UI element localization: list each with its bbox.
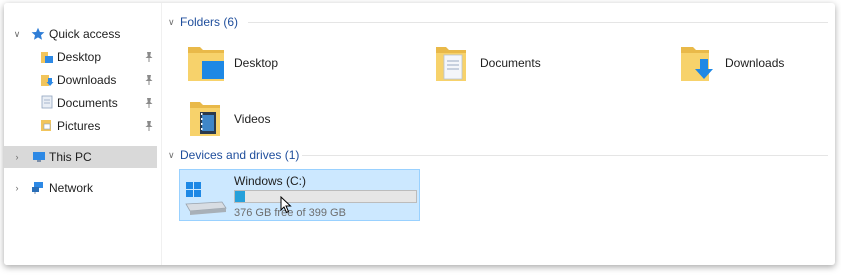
folder-tile-documents[interactable]: Documents — [432, 38, 632, 88]
nav-quick-access[interactable]: ∨ Quick access — [4, 23, 157, 45]
pin-icon[interactable] — [144, 51, 154, 63]
nav-item-this-pc[interactable]: › This PC — [4, 146, 157, 168]
nav-label-desktop: Desktop — [57, 50, 102, 64]
devices-group-header[interactable]: ∨ Devices and drives (1) — [168, 147, 299, 163]
mouse-cursor-icon — [280, 196, 292, 214]
network-icon — [32, 182, 43, 194]
chevron-down-icon[interactable]: ∨ — [12, 29, 22, 39]
drive-name: Windows (C:) — [234, 174, 307, 188]
folder-label-documents: Documents — [480, 56, 541, 70]
folder-tile-desktop[interactable]: Desktop — [186, 38, 386, 88]
file-explorer-window: ∨ Quick access Desktop Downloads Documen… — [4, 3, 835, 265]
nav-label-network: Network — [49, 181, 94, 195]
nav-item-documents[interactable]: Documents — [4, 92, 157, 114]
folders-header-label: Folders (6) — [180, 15, 239, 29]
nav-item-network[interactable]: › Network — [4, 177, 157, 199]
downloads-folder-icon — [681, 47, 713, 81]
desktop-folder-icon — [41, 52, 53, 63]
pictures-folder-icon — [41, 120, 51, 131]
nav-label-quick-access: Quick access — [49, 27, 121, 41]
nav-item-pictures[interactable]: Pictures — [4, 115, 157, 137]
folder-label-videos: Videos — [234, 112, 271, 126]
folder-label-downloads: Downloads — [725, 56, 785, 70]
chevron-right-icon[interactable]: › — [12, 152, 22, 162]
nav-label-this-pc: This PC — [49, 150, 92, 164]
drive-tile-windows-c[interactable]: Windows (C:) 376 GB free of 399 GB — [179, 169, 420, 221]
documents-folder-icon — [436, 47, 466, 81]
downloads-folder-icon — [41, 75, 54, 86]
star-icon — [31, 27, 45, 40]
content-pane: ∨ Folders (6) Desktop Documents Download… — [164, 3, 835, 265]
windows-drive-icon — [185, 182, 227, 215]
chevron-down-icon[interactable]: ∨ — [168, 17, 180, 28]
devices-header-label: Devices and drives (1) — [180, 148, 300, 162]
pin-icon[interactable] — [144, 97, 154, 109]
documents-folder-icon — [41, 95, 53, 109]
folder-tile-downloads[interactable]: Downloads — [679, 38, 829, 88]
folder-tile-videos[interactable]: Videos — [186, 93, 386, 143]
nav-label-pictures: Pictures — [57, 119, 101, 133]
pin-icon[interactable] — [144, 120, 154, 132]
group-divider — [302, 155, 828, 156]
group-divider — [248, 22, 828, 23]
navigation-pane: ∨ Quick access Desktop Downloads Documen… — [4, 3, 160, 265]
videos-folder-icon — [190, 102, 220, 136]
folders-group-header[interactable]: ∨ Folders (6) — [168, 14, 238, 30]
pane-divider — [161, 3, 162, 265]
computer-icon — [33, 152, 45, 162]
desktop-folder-icon — [188, 47, 224, 81]
drive-usage-fill — [235, 191, 246, 202]
nav-label-downloads: Downloads — [57, 73, 117, 87]
chevron-right-icon[interactable]: › — [12, 183, 22, 193]
pin-icon[interactable] — [144, 74, 154, 86]
drive-usage-bar — [234, 190, 417, 203]
nav-item-downloads[interactable]: Downloads — [4, 69, 157, 91]
folder-label-desktop: Desktop — [234, 56, 279, 70]
nav-item-desktop[interactable]: Desktop — [4, 46, 157, 68]
chevron-down-icon[interactable]: ∨ — [168, 150, 180, 161]
nav-label-documents: Documents — [57, 96, 118, 110]
